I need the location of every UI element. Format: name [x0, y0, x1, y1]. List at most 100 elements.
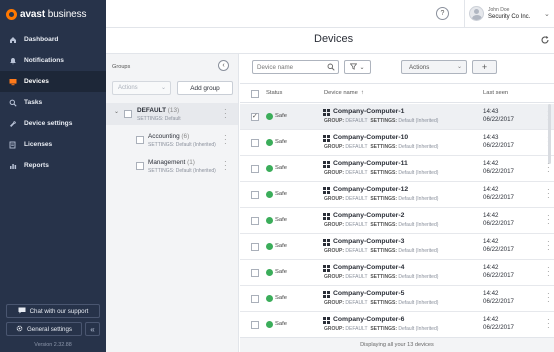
chevron-down-icon[interactable]: ⌄ [544, 10, 550, 18]
device-group: DEFAULT [345, 118, 368, 124]
table-row[interactable]: Safe Company-Computer-2 GROUP: DEFAULT SET… [240, 208, 554, 234]
help-button[interactable]: ? [436, 7, 449, 20]
group-checkbox[interactable] [136, 162, 144, 170]
windows-icon [323, 187, 330, 194]
sidebar-item-dashboard[interactable]: Dashboard [0, 29, 106, 50]
device-actions-dropdown[interactable]: Actions ⌄ [401, 60, 467, 74]
page-title: Devices [314, 33, 354, 45]
chat-support-button[interactable]: Chat with our support [6, 304, 100, 318]
device-group: DEFAULT [345, 326, 368, 332]
scrollbar[interactable] [548, 104, 552, 336]
group-checkbox[interactable] [124, 110, 132, 118]
sidebar-item-notifications[interactable]: Notifications [0, 50, 106, 71]
group-checkbox[interactable] [136, 136, 144, 144]
device-name[interactable]: Company-Computer-11 [333, 160, 408, 167]
table-row[interactable]: Safe Company-Computer-10 GROUP: DEFAULT SE… [240, 130, 554, 156]
status-text: Safe [275, 321, 287, 327]
filter-icon [350, 63, 358, 72]
filter-button[interactable]: ⌄ [344, 60, 371, 74]
general-settings-button[interactable]: General settings [6, 322, 82, 336]
sidebar-item-device-settings[interactable]: Device settings [0, 113, 106, 134]
table-row[interactable]: Safe Company-Computer-3 GROUP: DEFAULT SET… [240, 234, 554, 260]
row-checkbox[interactable] [251, 243, 259, 251]
device-name[interactable]: Company-Computer-5 [333, 290, 404, 297]
device-name[interactable]: Company-Computer-3 [333, 238, 404, 245]
chevron-down-icon: ⌄ [160, 85, 166, 91]
group-row-accounting[interactable]: Accounting (6) SETTINGS: Default (Inheri… [106, 129, 238, 151]
last-seen-date: 06/22/2017 [483, 324, 514, 331]
chevron-down-icon: ⌄ [359, 64, 365, 71]
windows-icon [323, 213, 330, 220]
row-checkbox[interactable] [251, 295, 259, 303]
more-options-icon[interactable]: ··· [224, 132, 227, 148]
status-text: Safe [275, 295, 287, 301]
user-name[interactable]: John Doe [488, 7, 509, 13]
sidebar-item-reports[interactable]: Reports [0, 155, 106, 176]
brand-logo[interactable]: avast business [0, 0, 106, 28]
sidebar-item-licenses[interactable]: Licenses [0, 134, 106, 155]
row-checkbox[interactable] [251, 112, 259, 121]
group-settings: SETTINGS: Default [137, 116, 181, 122]
last-seen-date: 06/22/2017 [483, 220, 514, 227]
collapse-sidebar-button[interactable]: « [85, 322, 100, 336]
sidebar-footer: Chat with our support General settings «… [0, 304, 106, 352]
windows-icon [323, 265, 330, 272]
row-checkbox[interactable] [251, 191, 259, 199]
page-header: Devices [106, 28, 554, 54]
sidebar-item-label: Dashboard [24, 36, 59, 43]
column-header-last-seen[interactable]: Last seen [483, 90, 508, 96]
column-header-status[interactable]: Status [266, 90, 282, 96]
group-actions-dropdown[interactable]: Actions ⌄ [112, 81, 171, 95]
search-icon [9, 99, 17, 107]
row-checkbox[interactable] [251, 139, 259, 147]
expand-toggle-icon[interactable]: ⌄ [114, 108, 119, 115]
group-row-management[interactable]: Management (1) SETTINGS: Default (Inheri… [106, 155, 238, 177]
device-name[interactable]: Company-Computer-2 [333, 212, 404, 219]
avatar[interactable] [469, 6, 484, 21]
row-checkbox[interactable] [251, 321, 259, 329]
group-row-default[interactable]: ⌄ DEFAULT (13) SETTINGS: Default · · · [106, 103, 238, 125]
home-icon [9, 36, 17, 44]
column-header-device-name[interactable]: Device name [324, 90, 358, 96]
add-device-button[interactable]: + [472, 60, 497, 74]
refresh-icon[interactable] [540, 35, 550, 45]
sidebar-item-tasks[interactable]: Tasks [0, 92, 106, 113]
search-icon[interactable] [327, 63, 335, 71]
group-key: GROUP: [324, 170, 344, 176]
device-group: DEFAULT [345, 144, 368, 150]
table-row[interactable]: Safe Company-Computer-6 GROUP: DEFAULT SET… [240, 312, 554, 338]
last-seen-date: 06/22/2017 [483, 168, 514, 175]
status-text: Safe [275, 165, 287, 171]
row-checkbox[interactable] [251, 165, 259, 173]
add-group-button[interactable]: Add group [177, 81, 233, 95]
row-checkbox[interactable] [251, 269, 259, 277]
more-options-icon[interactable]: ··· [224, 158, 227, 174]
sort-ascending-icon[interactable]: ↑ [361, 90, 364, 96]
device-name[interactable]: Company-Computer-4 [333, 264, 404, 271]
user-company[interactable]: Security Co Inc. [488, 14, 530, 20]
table-row[interactable]: Safe Company-Computer-5 GROUP: DEFAULT SET… [240, 286, 554, 312]
more-options-icon[interactable]: ··· [224, 106, 227, 122]
table-row[interactable]: Safe Company-Computer-4 GROUP: DEFAULT SET… [240, 260, 554, 286]
device-name[interactable]: Company-Computer-12 [333, 186, 408, 193]
select-all-checkbox[interactable] [251, 90, 259, 98]
last-seen-time: 14:42 [483, 212, 499, 219]
row-checkbox[interactable] [251, 217, 259, 225]
collapse-groups-button[interactable]: ‹ [218, 60, 229, 71]
table-row[interactable]: Safe Company-Computer-1 GROUP: DEFAULT SET… [240, 104, 554, 130]
device-search-input[interactable]: Device name [252, 60, 339, 74]
device-name[interactable]: Company-Computer-1 [333, 108, 404, 115]
table-row[interactable]: Safe Company-Computer-12 GROUP: DEFAULT SE… [240, 182, 554, 208]
last-seen-time: 14:42 [483, 160, 499, 167]
sidebar-item-devices[interactable]: Devices [0, 71, 106, 92]
status-text: Safe [275, 113, 287, 119]
scrollbar-thumb[interactable] [548, 104, 551, 164]
sidebar-item-label: Tasks [24, 99, 43, 106]
device-settings: Default (Inherited) [398, 196, 439, 202]
windows-icon [323, 239, 330, 246]
device-name[interactable]: Company-Computer-6 [333, 316, 404, 323]
table-row[interactable]: Safe Company-Computer-11 GROUP: DEFAULT SE… [240, 156, 554, 182]
windows-icon [323, 291, 330, 298]
device-name[interactable]: Company-Computer-10 [333, 134, 408, 141]
last-seen-time: 14:42 [483, 264, 499, 271]
